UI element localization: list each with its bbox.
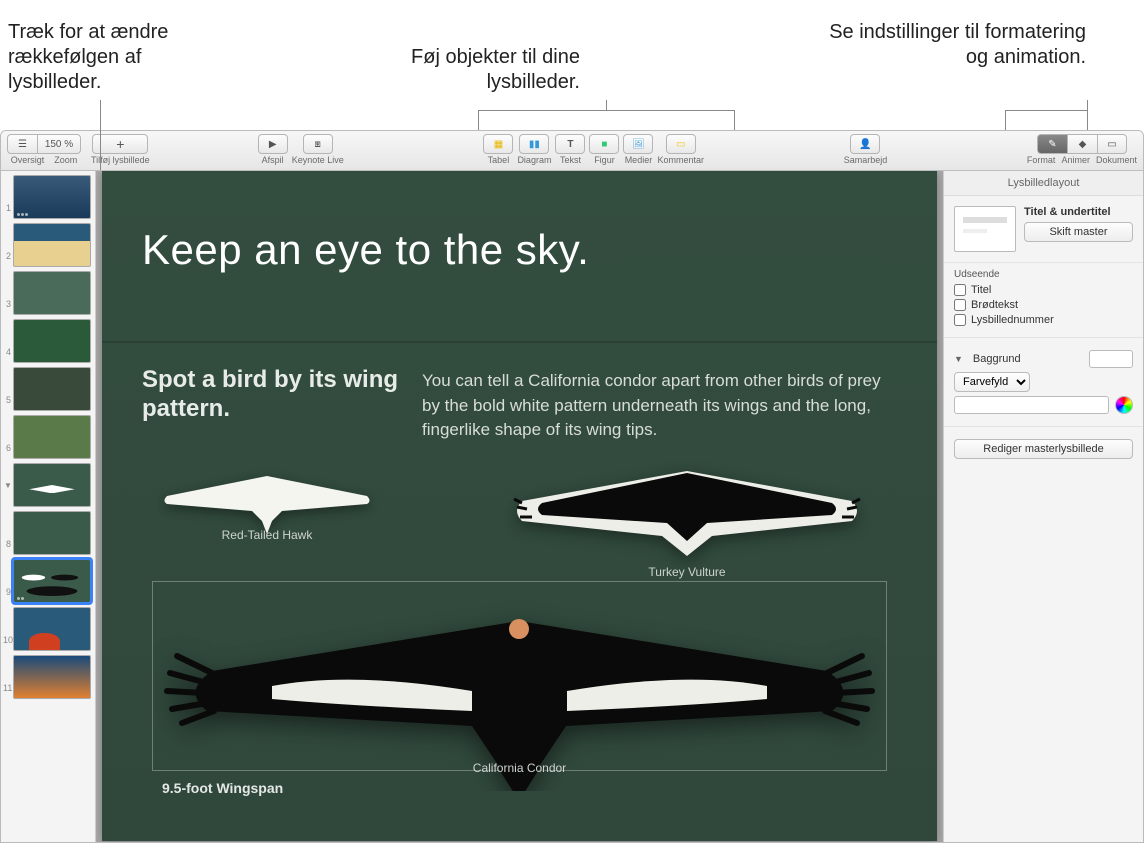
oversigt-label: Oversigt: [11, 155, 45, 165]
media-label: Medier: [625, 155, 653, 165]
play-button[interactable]: ▶: [258, 134, 288, 154]
slide-thumb-11[interactable]: [13, 655, 91, 699]
document-label: Dokument: [1096, 155, 1137, 165]
slide-navigator[interactable]: 1 2 3 4 5 6 ▼ 8 9 10 11: [1, 171, 96, 842]
animate-tab[interactable]: ◆: [1067, 134, 1097, 154]
slide-thumb-9[interactable]: [13, 559, 91, 603]
slide-thumb-1[interactable]: [13, 175, 91, 219]
inspector: Lysbilledlayout Titel & undertitel Skift…: [943, 171, 1143, 842]
format-tab[interactable]: ✎: [1037, 134, 1067, 154]
slide-thumb-3[interactable]: [13, 271, 91, 315]
keynote-live-button[interactable]: ⧆: [303, 134, 333, 154]
text-icon: T: [567, 139, 573, 150]
slide-body-text[interactable]: You can tell a California condor apart f…: [422, 369, 892, 443]
slide-canvas[interactable]: Keep an eye to the sky. Spot a bird by i…: [96, 171, 943, 842]
background-swatch[interactable]: [1089, 350, 1133, 368]
chart-icon: ▮▮: [529, 139, 540, 150]
callout-format: Se indstillinger til formatering og anim…: [806, 20, 1086, 70]
inspector-header: Lysbilledlayout: [944, 171, 1143, 196]
diamond-icon: ◆: [1079, 139, 1087, 150]
callout-reorder: Træk for at ændre rækkefølgen af lysbill…: [8, 20, 238, 95]
edit-master-button[interactable]: Rediger masterlysbillede: [954, 439, 1133, 459]
bird-condor-label: California Condor: [152, 761, 887, 775]
slide-subtitle[interactable]: Spot a bird by its wing pattern.: [142, 366, 402, 424]
toolbar: ☰ 150 % Oversigt Zoom + Tilføj lysbilled…: [1, 131, 1143, 171]
change-master-button[interactable]: Skift master: [1024, 222, 1133, 242]
broadcast-icon: ⧆: [315, 139, 321, 150]
layout-thumbnail[interactable]: [954, 206, 1016, 252]
play-icon: ▶: [269, 139, 277, 150]
shape-label: Figur: [594, 155, 615, 165]
table-button[interactable]: ▦: [483, 134, 513, 154]
zoom-button[interactable]: 150 %: [37, 134, 81, 154]
plus-icon: +: [116, 136, 124, 152]
disclosure-7[interactable]: ▼: [3, 463, 13, 490]
collaborate-button[interactable]: 👤: [850, 134, 880, 154]
chart-button[interactable]: ▮▮: [519, 134, 549, 154]
appearance-label: Udseende: [954, 269, 1133, 280]
bird-vulture-label: Turkey Vulture: [502, 565, 872, 579]
comment-label: Kommentar: [657, 155, 704, 165]
text-label: Tekst: [560, 155, 581, 165]
collaborate-label: Samarbejd: [844, 155, 888, 165]
title-checkbox[interactable]: Titel: [954, 284, 1133, 296]
callout-objects: Føj objekter til dine lysbilleder.: [360, 45, 580, 95]
chart-label: Diagram: [517, 155, 551, 165]
slide-title[interactable]: Keep an eye to the sky.: [142, 226, 589, 274]
color-picker-button[interactable]: [1115, 396, 1133, 414]
bird-condor[interactable]: California Condor: [152, 591, 887, 775]
media-icon: 🖼: [632, 139, 645, 150]
fill-type-select[interactable]: Farvefyld: [954, 372, 1030, 392]
slide-thumb-5[interactable]: [13, 367, 91, 411]
view-button[interactable]: ☰: [7, 134, 37, 154]
document-icon: ▭: [1107, 139, 1116, 150]
comment-icon: ▭: [676, 139, 685, 150]
animate-label: Animer: [1061, 155, 1090, 165]
shape-button[interactable]: ■: [589, 134, 619, 154]
person-plus-icon: 👤: [859, 139, 871, 150]
body-checkbox[interactable]: Brødtekst: [954, 299, 1133, 311]
slide: Keep an eye to the sky. Spot a bird by i…: [102, 171, 937, 841]
background-disclosure[interactable]: ▼: [954, 354, 963, 364]
bird-vulture[interactable]: Turkey Vulture: [502, 461, 872, 579]
format-label: Format: [1027, 155, 1056, 165]
document-tab[interactable]: ▭: [1097, 134, 1127, 154]
fill-color-swatch[interactable]: [954, 396, 1109, 414]
layout-title: Titel & undertitel: [1024, 206, 1133, 218]
view-icon: ☰: [18, 139, 27, 150]
slide-thumb-8[interactable]: [13, 511, 91, 555]
play-label: Afspil: [262, 155, 284, 165]
slide-thumb-10[interactable]: [13, 607, 91, 651]
slide-thumb-2[interactable]: [13, 223, 91, 267]
table-label: Tabel: [488, 155, 510, 165]
zoom-label: Zoom: [54, 155, 77, 165]
bird-hawk[interactable]: Red-Tailed Hawk: [157, 466, 377, 542]
paintbrush-icon: ✎: [1048, 139, 1056, 150]
text-button[interactable]: T: [555, 134, 585, 154]
table-icon: ▦: [494, 139, 503, 150]
keynote-window: ☰ 150 % Oversigt Zoom + Tilføj lysbilled…: [0, 130, 1144, 843]
keynote-live-label: Keynote Live: [292, 155, 344, 165]
background-label: Baggrund: [973, 353, 1083, 365]
bird-hawk-label: Red-Tailed Hawk: [157, 528, 377, 542]
slide-thumb-6[interactable]: [13, 415, 91, 459]
shape-icon: ■: [601, 139, 607, 150]
slide-thumb-4[interactable]: [13, 319, 91, 363]
slidenum-checkbox[interactable]: Lysbillednummer: [954, 314, 1133, 326]
comment-button[interactable]: ▭: [666, 134, 696, 154]
media-button[interactable]: 🖼: [623, 134, 653, 154]
wingspan-label: 9.5-foot Wingspan: [162, 780, 283, 796]
slide-thumb-7[interactable]: [13, 463, 91, 507]
